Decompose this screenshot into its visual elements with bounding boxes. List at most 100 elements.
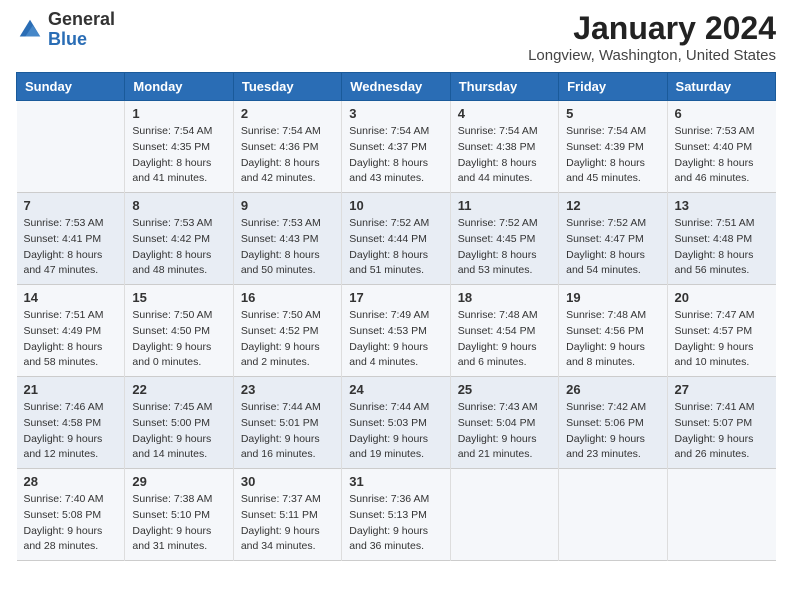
day-number: 25 (458, 382, 551, 397)
day-number: 1 (132, 106, 225, 121)
day-number: 16 (241, 290, 334, 305)
day-info: Sunrise: 7:36 AMSunset: 5:13 PMDaylight:… (349, 492, 442, 555)
day-number: 26 (566, 382, 659, 397)
day-number: 2 (241, 106, 334, 121)
calendar-cell (450, 469, 558, 561)
day-info: Sunrise: 7:42 AMSunset: 5:06 PMDaylight:… (566, 400, 659, 463)
calendar-cell: 29Sunrise: 7:38 AMSunset: 5:10 PMDayligh… (125, 469, 233, 561)
day-info: Sunrise: 7:54 AMSunset: 4:35 PMDaylight:… (132, 124, 225, 187)
calendar-cell: 14Sunrise: 7:51 AMSunset: 4:49 PMDayligh… (17, 285, 125, 377)
day-number: 4 (458, 106, 551, 121)
day-of-week-header: Saturday (667, 73, 775, 101)
calendar-cell: 22 Sunrise: 7:45 AMSunset: 5:00 PMDayligh… (125, 377, 233, 469)
calendar-week-row: 1 Sunrise: 7:54 AMSunset: 4:35 PMDaylight… (17, 101, 776, 193)
calendar-cell: 19 Sunrise: 7:48 AMSunset: 4:56 PMDayligh… (559, 285, 667, 377)
calendar-week-row: 7 Sunrise: 7:53 AMSunset: 4:41 PMDaylight… (17, 193, 776, 285)
calendar-week-row: 14Sunrise: 7:51 AMSunset: 4:49 PMDayligh… (17, 285, 776, 377)
calendar-cell: 5Sunrise: 7:54 AMSunset: 4:39 PMDaylight… (559, 101, 667, 193)
calendar-cell: 23Sunrise: 7:44 AMSunset: 5:01 PMDayligh… (233, 377, 341, 469)
day-info: Sunrise: 7:38 AMSunset: 5:10 PMDaylight:… (132, 492, 225, 555)
day-info: Sunrise: 7:51 AMSunset: 4:49 PMDaylight:… (24, 308, 118, 371)
day-info: Sunrise: 7:53 AMSunset: 4:43 PMDaylight:… (241, 216, 334, 279)
location: Longview, Washington, United States (528, 47, 776, 64)
day-number: 6 (675, 106, 769, 121)
calendar-cell: 21Sunrise: 7:46 AMSunset: 4:58 PMDayligh… (17, 377, 125, 469)
day-info: Sunrise: 7:47 AMSunset: 4:57 PMDaylight:… (675, 308, 769, 371)
calendar-table: SundayMondayTuesdayWednesdayThursdayFrid… (16, 72, 776, 561)
calendar-cell: 17Sunrise: 7:49 AMSunset: 4:53 PMDayligh… (342, 285, 450, 377)
day-info: Sunrise: 7:54 AMSunset: 4:36 PMDaylight:… (241, 124, 334, 187)
day-of-week-header: Wednesday (342, 73, 450, 101)
day-info: Sunrise: 7:40 AMSunset: 5:08 PMDaylight:… (24, 492, 118, 555)
day-number: 21 (24, 382, 118, 397)
calendar-cell: 6 Sunrise: 7:53 AMSunset: 4:40 PMDaylight… (667, 101, 775, 193)
day-info: Sunrise: 7:53 AMSunset: 4:42 PMDaylight:… (132, 216, 225, 279)
calendar-cell: 15Sunrise: 7:50 AMSunset: 4:50 PMDayligh… (125, 285, 233, 377)
day-number: 28 (24, 474, 118, 489)
day-number: 11 (458, 198, 551, 213)
day-number: 13 (675, 198, 769, 213)
calendar-cell: 11 Sunrise: 7:52 AMSunset: 4:45 PMDayligh… (450, 193, 558, 285)
day-number: 27 (675, 382, 769, 397)
day-number: 17 (349, 290, 442, 305)
calendar-cell: 31 Sunrise: 7:36 AMSunset: 5:13 PMDayligh… (342, 469, 450, 561)
day-info: Sunrise: 7:37 AMSunset: 5:11 PMDaylight:… (241, 492, 334, 555)
day-number: 15 (132, 290, 225, 305)
day-info: Sunrise: 7:52 AMSunset: 4:44 PMDaylight:… (349, 216, 442, 279)
calendar-cell: 25 Sunrise: 7:43 AMSunset: 5:04 PMDayligh… (450, 377, 558, 469)
day-number: 24 (349, 382, 442, 397)
day-of-week-header: Tuesday (233, 73, 341, 101)
day-of-week-header: Sunday (17, 73, 125, 101)
day-info: Sunrise: 7:48 AMSunset: 4:54 PMDaylight:… (458, 308, 551, 371)
day-of-week-header: Monday (125, 73, 233, 101)
calendar-cell: 10 Sunrise: 7:52 AMSunset: 4:44 PMDayligh… (342, 193, 450, 285)
day-info: Sunrise: 7:53 AMSunset: 4:40 PMDaylight:… (675, 124, 769, 187)
title-block: January 2024 Longview, Washington, Unite… (528, 10, 776, 64)
day-number: 22 (132, 382, 225, 397)
calendar-cell: 1 Sunrise: 7:54 AMSunset: 4:35 PMDaylight… (125, 101, 233, 193)
day-info: Sunrise: 7:53 AMSunset: 4:41 PMDaylight:… (24, 216, 118, 279)
day-info: Sunrise: 7:52 AMSunset: 4:47 PMDaylight:… (566, 216, 659, 279)
day-info: Sunrise: 7:43 AMSunset: 5:04 PMDaylight:… (458, 400, 551, 463)
day-info: Sunrise: 7:52 AMSunset: 4:45 PMDaylight:… (458, 216, 551, 279)
calendar-cell: 27 Sunrise: 7:41 AMSunset: 5:07 PMDayligh… (667, 377, 775, 469)
day-number: 18 (458, 290, 551, 305)
calendar-cell (667, 469, 775, 561)
day-of-week-header: Friday (559, 73, 667, 101)
calendar-cell: 2 Sunrise: 7:54 AMSunset: 4:36 PMDaylight… (233, 101, 341, 193)
day-info: Sunrise: 7:54 AMSunset: 4:37 PMDaylight:… (349, 124, 442, 187)
logo-icon (16, 16, 44, 44)
day-number: 12 (566, 198, 659, 213)
day-number: 7 (24, 198, 118, 213)
day-number: 19 (566, 290, 659, 305)
day-number: 20 (675, 290, 769, 305)
logo-blue-text: Blue (48, 29, 87, 49)
calendar-cell: 30 Sunrise: 7:37 AMSunset: 5:11 PMDayligh… (233, 469, 341, 561)
day-number: 31 (349, 474, 442, 489)
calendar-cell: 24Sunrise: 7:44 AMSunset: 5:03 PMDayligh… (342, 377, 450, 469)
calendar-cell: 12 Sunrise: 7:52 AMSunset: 4:47 PMDayligh… (559, 193, 667, 285)
calendar-cell: 18 Sunrise: 7:48 AMSunset: 4:54 PMDayligh… (450, 285, 558, 377)
logo-general-text: General (48, 9, 115, 29)
day-info: Sunrise: 7:54 AMSunset: 4:39 PMDaylight:… (566, 124, 659, 187)
day-info: Sunrise: 7:50 AMSunset: 4:52 PMDaylight:… (241, 308, 334, 371)
calendar-cell: 28 Sunrise: 7:40 AMSunset: 5:08 PMDayligh… (17, 469, 125, 561)
calendar-cell: 16 Sunrise: 7:50 AMSunset: 4:52 PMDayligh… (233, 285, 341, 377)
calendar-cell (17, 101, 125, 193)
day-number: 30 (241, 474, 334, 489)
day-info: Sunrise: 7:45 AMSunset: 5:00 PMDaylight:… (132, 400, 225, 463)
calendar-cell: 26 Sunrise: 7:42 AMSunset: 5:06 PMDayligh… (559, 377, 667, 469)
calendar-cell: 4Sunrise: 7:54 AMSunset: 4:38 PMDaylight… (450, 101, 558, 193)
day-info: Sunrise: 7:41 AMSunset: 5:07 PMDaylight:… (675, 400, 769, 463)
day-of-week-header: Thursday (450, 73, 558, 101)
day-number: 10 (349, 198, 442, 213)
day-number: 9 (241, 198, 334, 213)
calendar-week-row: 21Sunrise: 7:46 AMSunset: 4:58 PMDayligh… (17, 377, 776, 469)
day-info: Sunrise: 7:51 AMSunset: 4:48 PMDaylight:… (675, 216, 769, 279)
day-number: 23 (241, 382, 334, 397)
calendar-header-row: SundayMondayTuesdayWednesdayThursdayFrid… (17, 73, 776, 101)
calendar-cell: 9 Sunrise: 7:53 AMSunset: 4:43 PMDaylight… (233, 193, 341, 285)
day-info: Sunrise: 7:48 AMSunset: 4:56 PMDaylight:… (566, 308, 659, 371)
calendar-cell: 7 Sunrise: 7:53 AMSunset: 4:41 PMDaylight… (17, 193, 125, 285)
calendar-cell (559, 469, 667, 561)
